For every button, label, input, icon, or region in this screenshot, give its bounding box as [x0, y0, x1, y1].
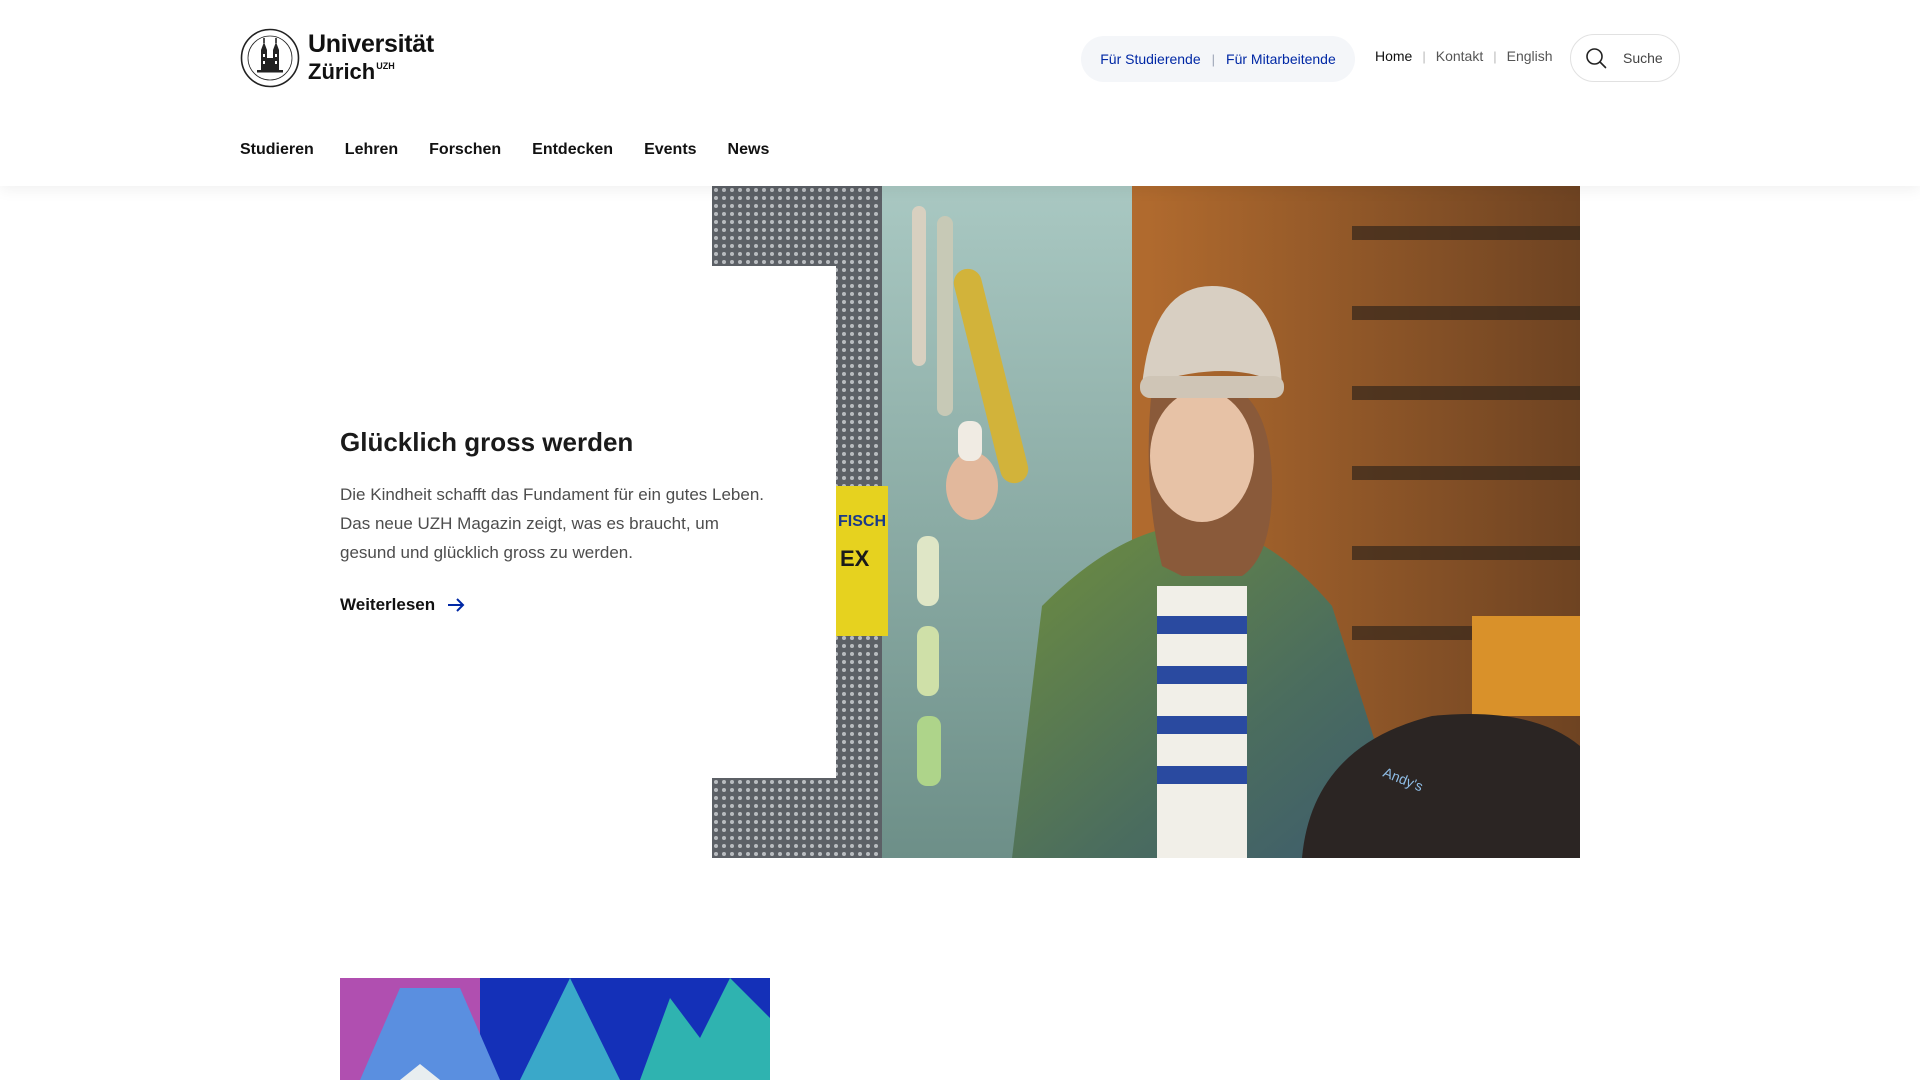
hero-image[interactable]: FISCH EX Andy's	[712, 186, 1580, 858]
main-nav-news[interactable]: News	[728, 141, 770, 159]
search-icon	[1586, 48, 1607, 69]
search-label: Suche	[1623, 50, 1663, 66]
hero-teaser: Glücklich gross werden Die Kindheit scha…	[340, 424, 780, 615]
svg-text:EX: EX	[840, 546, 870, 571]
read-more-link[interactable]: Weiterlesen	[340, 595, 780, 615]
audience-nav-studierende[interactable]: Für Studierende	[1100, 51, 1200, 67]
main-nav: Studieren Lehren Forschen Entdecken Even…	[240, 141, 800, 159]
search-button[interactable]: Suche	[1570, 34, 1680, 82]
main-nav-entdecken[interactable]: Entdecken	[532, 141, 613, 159]
teaser-artwork	[340, 978, 770, 1080]
uzh-logo[interactable]: Universität ZürichUZH	[240, 28, 434, 88]
service-nav: Home | Kontakt | English	[1375, 48, 1553, 64]
arrow-right-icon	[448, 598, 465, 612]
logo-suffix: UZH	[376, 61, 395, 71]
audience-nav-mitarbeitende[interactable]: Für Mitarbeitende	[1226, 51, 1336, 67]
svg-text:FISCH: FISCH	[838, 513, 886, 530]
audience-nav-separator: |	[1211, 51, 1216, 67]
service-nav-separator: |	[1422, 48, 1426, 64]
service-nav-home[interactable]: Home	[1375, 48, 1412, 64]
hero-title: Glücklich gross werden	[340, 427, 634, 457]
audience-nav: Für Studierende | Für Mitarbeitende	[1081, 36, 1355, 82]
main-nav-lehren[interactable]: Lehren	[345, 141, 398, 159]
uzh-seal-icon	[240, 28, 300, 88]
main-nav-events[interactable]: Events	[644, 141, 696, 159]
service-nav-english[interactable]: English	[1507, 48, 1553, 64]
service-nav-separator: |	[1493, 48, 1497, 64]
service-nav-kontakt[interactable]: Kontakt	[1436, 48, 1483, 64]
site-header: Universität ZürichUZH Für Studierende | …	[0, 0, 1920, 186]
logo-line2: ZürichUZH	[308, 59, 395, 84]
logo-line1: Universität	[308, 30, 434, 58]
hero-photo-child-shop: FISCH EX Andy's	[712, 186, 1580, 858]
main-nav-studieren[interactable]: Studieren	[240, 141, 314, 159]
main-nav-forschen[interactable]: Forschen	[429, 141, 501, 159]
read-more-label: Weiterlesen	[340, 595, 436, 614]
teaser-image-2[interactable]	[340, 978, 770, 1080]
hero-body: Die Kindheit schafft das Fundament für e…	[340, 485, 765, 562]
